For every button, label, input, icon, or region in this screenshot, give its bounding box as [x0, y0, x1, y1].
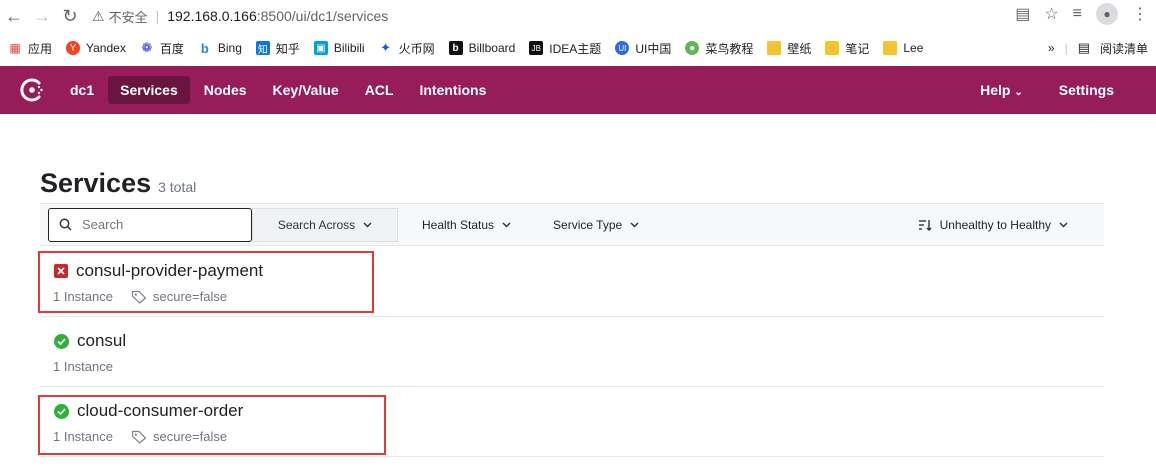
consul-top-nav: dc1 Services Nodes Key/Value ACL Intenti… [0, 66, 1156, 114]
bookmark-notes[interactable]: 笔记 [825, 40, 869, 57]
service-row-consul[interactable]: consul 1 Instance [40, 317, 1104, 387]
nav-key-value[interactable]: Key/Value [261, 76, 351, 104]
playlist-icon[interactable]: ≡ [1073, 5, 1082, 23]
highlight-box-provider [38, 251, 374, 313]
bookmark-zhihu[interactable]: 知知乎 [255, 40, 300, 57]
bookmarks-overflow: » | ▤ 阅读清单 [1048, 40, 1148, 57]
apps-grid-icon: ▦ [9, 41, 21, 55]
bookmark-baidu[interactable]: ❁ 百度 [140, 40, 183, 57]
bookmark-apps[interactable]: ▦ 应用 [8, 40, 52, 57]
bookmarks-bar: ▦ 应用 Y Yandex ❁ 百度 b Bing 知知乎 ▣ Bilibili ✦ 火币网… [0, 33, 1156, 63]
chevron-down-icon [630, 221, 639, 228]
page-title: Services [40, 168, 152, 198]
chevron-down-icon: ⌄ [1014, 87, 1023, 98]
highlight-box-consumer [38, 395, 386, 455]
folder-icon [825, 41, 840, 55]
jetbrains-icon: JB [529, 41, 544, 55]
nav-acl[interactable]: ACL [353, 76, 406, 104]
reading-list-icon: ▤ [1077, 40, 1090, 55]
chevron-down-icon [1059, 221, 1068, 228]
search-toolbar: Search Across Health Status Service Type… [40, 203, 1104, 246]
bookmark-billboard[interactable]: b Billboard [448, 41, 515, 55]
service-count: 3 total [158, 179, 197, 195]
reload-icon[interactable]: ↻ [56, 2, 84, 30]
folder-icon [767, 41, 782, 55]
url-host: 192.168.0.166 [167, 8, 257, 24]
settings-link[interactable]: Settings [1047, 76, 1126, 104]
billboard-icon: b [448, 41, 463, 55]
runoob-icon: ● [685, 41, 700, 55]
consul-logo-icon[interactable] [16, 74, 48, 106]
service-meta: 1 Instance [53, 359, 113, 374]
bookmark-runoob[interactable]: ● 菜鸟教程 [685, 40, 753, 57]
bookmark-wallpaper[interactable]: 壁纸 [767, 40, 811, 57]
passing-status-icon [54, 333, 69, 349]
zhihu-icon: 知 [255, 41, 270, 56]
bookmarks-more-chevron[interactable]: » [1048, 41, 1055, 55]
ui-china-icon: UI [615, 41, 630, 55]
flame-icon: ✦ [380, 40, 392, 55]
star-icon[interactable]: ☆ [1044, 4, 1058, 24]
search-icon [59, 218, 72, 231]
page-header: Services 3 total [40, 168, 196, 199]
nav-services[interactable]: Services [108, 76, 190, 104]
sort-icon [918, 219, 932, 231]
sort-label: Unhealthy to Healthy [939, 217, 1051, 232]
profile-avatar-icon[interactable]: ● [1096, 3, 1118, 25]
chevron-down-icon [502, 221, 511, 228]
bookmark-bilibili[interactable]: ▣ Bilibili [313, 41, 365, 55]
warning-icon: ⚠ [92, 7, 105, 24]
bilibili-tv-icon: ▣ [313, 41, 328, 55]
health-status-filter[interactable]: Health Status [422, 218, 511, 232]
search-input[interactable] [80, 216, 230, 233]
reading-list[interactable]: 阅读清单 [1100, 40, 1148, 57]
service-name-line: consul [54, 331, 126, 351]
bookmark-lee[interactable]: Lee [883, 41, 923, 55]
nav-intentions[interactable]: Intentions [407, 76, 498, 104]
url-path: :8500/ui/dc1/services [256, 8, 389, 24]
bookmark-idea-theme[interactable]: JB IDEA主题 [529, 40, 601, 57]
back-arrow-icon[interactable]: ← [0, 2, 28, 30]
instance-count: 1 Instance [53, 359, 113, 374]
chevron-down-icon [363, 221, 372, 228]
yandex-icon: Y [66, 41, 81, 55]
search-box[interactable] [48, 207, 252, 242]
bookmark-ui-china[interactable]: UI UI中国 [615, 40, 671, 57]
datacenter-selector[interactable]: dc1 [58, 76, 106, 104]
bookmarks-divider: | [1064, 41, 1068, 55]
folder-icon [883, 41, 898, 55]
help-menu[interactable]: Help ⌄ [968, 76, 1035, 104]
bookmark-huobi[interactable]: ✦ 火币网 [379, 40, 434, 57]
search-across-dropdown[interactable]: Search Across [252, 207, 398, 242]
search-across-label: Search Across [277, 217, 356, 232]
baidu-paw-icon: ❁ [141, 40, 153, 55]
nav-right-group: Help ⌄ Settings [966, 76, 1126, 104]
forward-arrow-icon[interactable]: → [28, 2, 56, 30]
insecure-label: 不安全 [108, 9, 148, 25]
health-status-label: Health Status [422, 217, 495, 232]
bookmark-bing[interactable]: b Bing [198, 40, 242, 56]
help-label: Help [980, 82, 1011, 98]
translate-icon[interactable]: ▤ [1015, 4, 1030, 24]
service-type-label: Service Type [553, 217, 623, 232]
url-separator: | [155, 8, 160, 24]
browser-actions: ▤ ☆ ≡ ● ⋮ [1015, 3, 1148, 25]
service-type-filter[interactable]: Service Type [553, 218, 639, 232]
nav-nodes[interactable]: Nodes [192, 76, 259, 104]
bing-icon: b [200, 40, 209, 56]
sort-dropdown[interactable]: Unhealthy to Healthy [918, 218, 1068, 232]
url-bar[interactable]: ⚠ 不安全 | 192.168.0.166:8500/ui/dc1/servic… [92, 3, 1052, 29]
browser-address-bar: ← → ↻ ⚠ 不安全 | 192.168.0.166:8500/ui/dc1/… [0, 0, 1156, 32]
bookmark-yandex[interactable]: Y Yandex [66, 41, 126, 55]
more-vertical-icon[interactable]: ⋮ [1132, 4, 1148, 24]
service-name[interactable]: consul [77, 331, 126, 351]
